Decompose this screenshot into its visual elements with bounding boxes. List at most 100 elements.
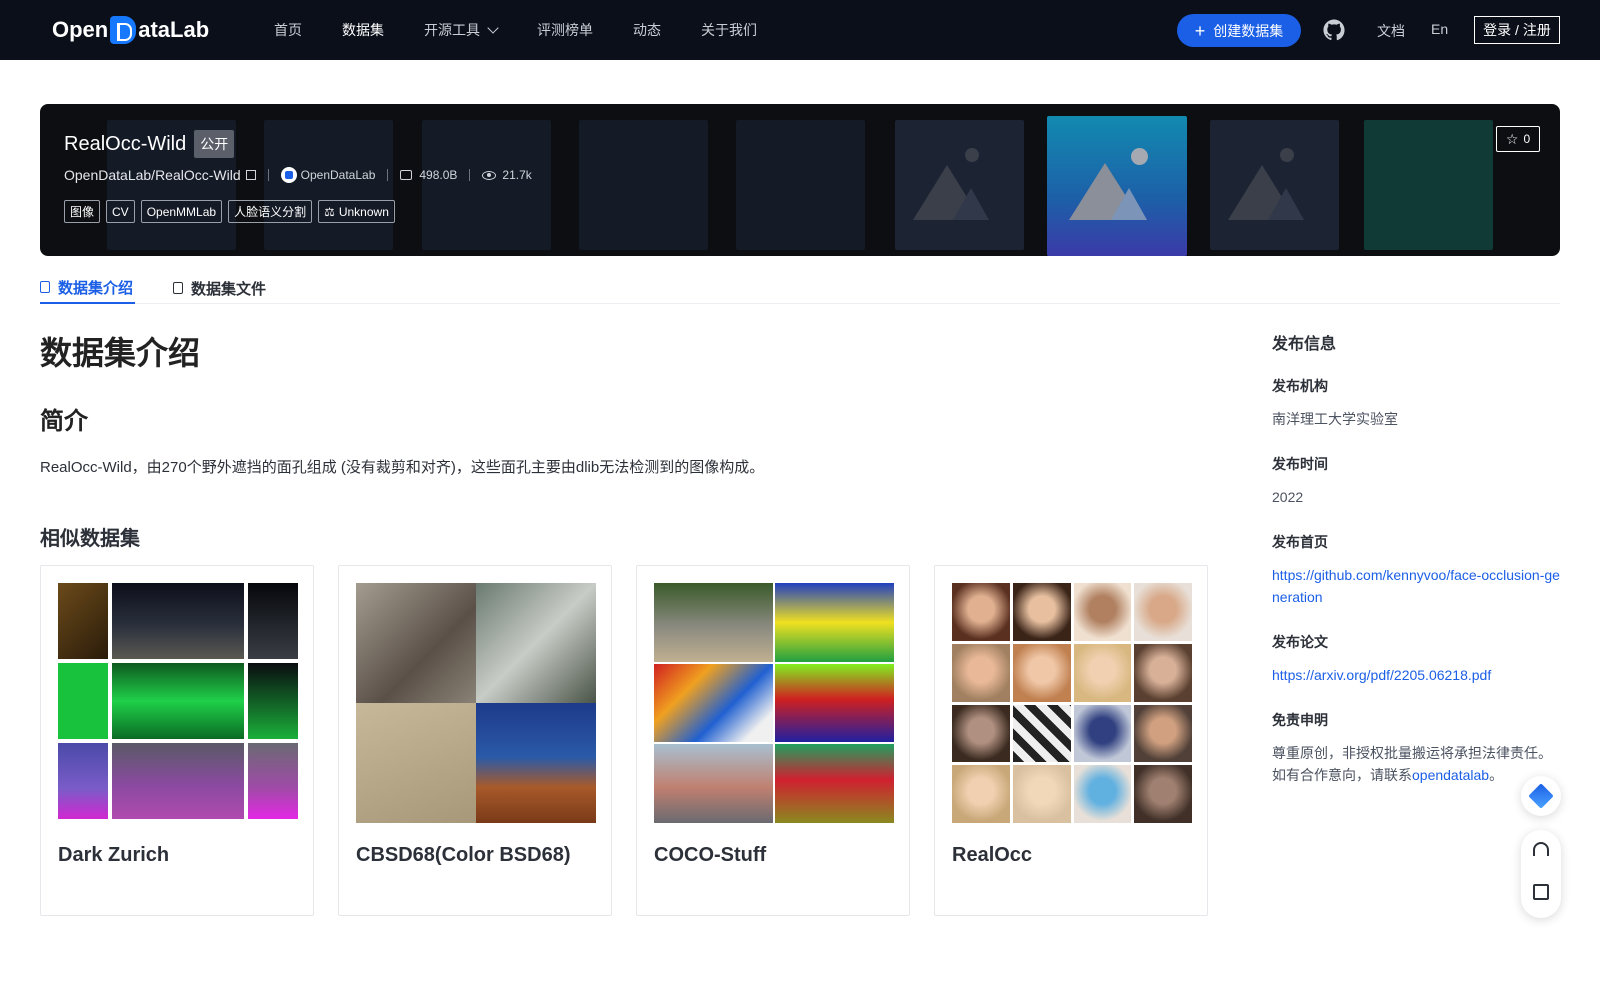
nav-open-tools[interactable]: 开源工具 <box>424 20 499 40</box>
preview-tile <box>1134 583 1192 641</box>
tag-openmmlab[interactable]: OpenMMLab <box>140 200 223 223</box>
preview-tile <box>775 663 894 743</box>
image-placeholder-icon <box>895 120 1024 250</box>
similar-dataset-name[interactable]: Dark Zurich <box>58 844 169 867</box>
disclaimer-end: 。 <box>1489 767 1504 783</box>
homepage-label: 发布首页 <box>1272 534 1328 550</box>
preview-tile <box>952 583 1010 641</box>
dataset-title: RealOcc-Wild <box>64 132 187 155</box>
homepage-link[interactable]: https://github.com/kennyvoo/face-occlusi… <box>1272 564 1562 608</box>
assistant-button[interactable] <box>1521 776 1561 816</box>
paper-link[interactable]: https://arxiv.org/pdf/2205.06218.pdf <box>1272 664 1562 686</box>
copy-icon[interactable] <box>245 170 256 180</box>
preview-tile <box>1073 583 1132 641</box>
tag-face-segmentation[interactable]: 人脸语义分割 <box>228 200 313 223</box>
placeholder-mountain <box>953 188 989 220</box>
page-title: 数据集介绍 <box>40 335 201 371</box>
similar-dataset-card[interactable]: COCO-Stuff <box>636 565 910 916</box>
preview-tile <box>1134 643 1192 702</box>
nav-open-tools-label: 开源工具 <box>424 22 480 38</box>
preview-tile <box>356 583 476 703</box>
tag-cv[interactable]: CV <box>106 200 135 223</box>
dataset-meta: OpenDataLab/RealOcc-Wild OpenDataLab 498… <box>64 167 532 183</box>
banner-thumb <box>579 120 708 250</box>
dataset-size: 498.0B <box>419 168 458 182</box>
banner-thumb <box>422 120 551 250</box>
divider <box>267 169 269 181</box>
preview-tile <box>952 643 1010 702</box>
preview-tile <box>1012 643 1071 702</box>
preview-tile <box>654 744 773 823</box>
star-button[interactable]: ☆ 0 <box>1496 126 1540 152</box>
divider <box>469 169 471 181</box>
publish-info-panel: 发布信息 发布机构 南洋理工大学实验室 发布时间 2022 发布首页 https… <box>1272 330 1562 810</box>
dataset-path: OpenDataLab/RealOcc-Wild <box>64 167 241 183</box>
preview-tile <box>1012 765 1071 823</box>
docs-link[interactable]: 文档 <box>1377 21 1405 41</box>
database-icon <box>40 281 50 293</box>
placeholder-sun <box>1280 148 1294 162</box>
tab-dataset-files[interactable]: 数据集文件 <box>173 272 266 304</box>
language-toggle[interactable]: En <box>1431 21 1448 37</box>
license-tag[interactable]: ⚖ Unknown <box>318 200 395 223</box>
similar-dataset-name[interactable]: CBSD68(Color BSD68) <box>356 844 570 867</box>
nav-leaderboard[interactable]: 评测榜单 <box>537 20 593 40</box>
section-title-similar: 相似数据集 <box>40 528 140 550</box>
preview-tile <box>112 743 244 819</box>
dataset-preview-image <box>654 583 894 823</box>
publisher-value: 南洋理工大学实验室 <box>1272 411 1398 427</box>
floating-actions <box>1521 830 1561 918</box>
dataset-org[interactable]: OpenDataLab <box>301 168 376 182</box>
similar-dataset-name[interactable]: COCO-Stuff <box>654 844 766 867</box>
image-placeholder-icon <box>1210 120 1339 250</box>
tab-files-label: 数据集文件 <box>191 280 267 298</box>
preview-tile <box>476 703 596 823</box>
headset-icon[interactable] <box>1533 842 1549 856</box>
preview-tile <box>1073 704 1132 763</box>
main-nav: 首页 数据集 开源工具 评测榜单 动态 关于我们 <box>274 0 797 60</box>
preview-tile <box>58 583 108 659</box>
plus-icon: + <box>1194 20 1206 41</box>
preview-tile <box>1134 704 1192 763</box>
preview-tile <box>476 583 596 703</box>
assistant-diamond-icon <box>1528 783 1554 809</box>
github-icon[interactable] <box>1323 19 1345 41</box>
tab-dataset-intro[interactable]: 数据集介绍 <box>40 272 136 304</box>
placeholder-mountain <box>1268 188 1304 220</box>
paper-label: 发布论文 <box>1272 634 1328 650</box>
dataset-tabs: 数据集介绍 数据集文件 <box>40 268 1560 304</box>
publish-time-label: 发布时间 <box>1272 456 1328 472</box>
nav-about[interactable]: 关于我们 <box>701 20 757 40</box>
opendatalab-logo[interactable]: Open ataLab <box>52 14 209 46</box>
similar-dataset-name[interactable]: RealOcc <box>952 844 1032 867</box>
preview-tile <box>248 663 298 739</box>
preview-tile <box>1012 704 1071 763</box>
banner-thumb <box>264 120 393 250</box>
logo-text-datalab: ataLab <box>138 17 210 42</box>
feedback-edit-icon[interactable] <box>1533 884 1549 900</box>
license-label: Unknown <box>338 204 389 219</box>
top-navbar: Open ataLab 首页 数据集 开源工具 评测榜单 动态 关于我们 + 创… <box>0 0 1600 60</box>
star-count: 0 <box>1523 132 1531 146</box>
preview-tile <box>356 703 476 823</box>
create-dataset-button[interactable]: + 创建数据集 <box>1177 14 1301 47</box>
nav-home[interactable]: 首页 <box>274 20 302 40</box>
dataset-preview-image <box>952 583 1192 823</box>
similar-dataset-card[interactable]: Dark Zurich <box>40 565 314 916</box>
section-title-summary: 简介 <box>40 408 88 435</box>
preview-tile <box>1073 643 1132 702</box>
disclaimer-text: 尊重原创，非授权批量搬运将承担法律责任。如有合作意向，请联系opendatala… <box>1272 742 1562 786</box>
similar-dataset-card[interactable]: CBSD68(Color BSD68) <box>338 565 612 916</box>
similar-dataset-card[interactable]: RealOcc <box>934 565 1208 916</box>
contact-link[interactable]: opendatalab <box>1412 767 1489 783</box>
preview-tile <box>112 663 244 739</box>
nav-news[interactable]: 动态 <box>633 20 661 40</box>
banner-thumb <box>736 120 865 250</box>
tag-image[interactable]: 图像 <box>64 200 101 223</box>
star-icon: ☆ <box>1505 130 1519 147</box>
tab-intro-label: 数据集介绍 <box>58 279 134 297</box>
preview-tile <box>952 765 1010 823</box>
login-register-button[interactable]: 登录 / 注册 <box>1474 16 1560 44</box>
preview-tile <box>58 743 108 819</box>
nav-datasets[interactable]: 数据集 <box>342 20 384 40</box>
